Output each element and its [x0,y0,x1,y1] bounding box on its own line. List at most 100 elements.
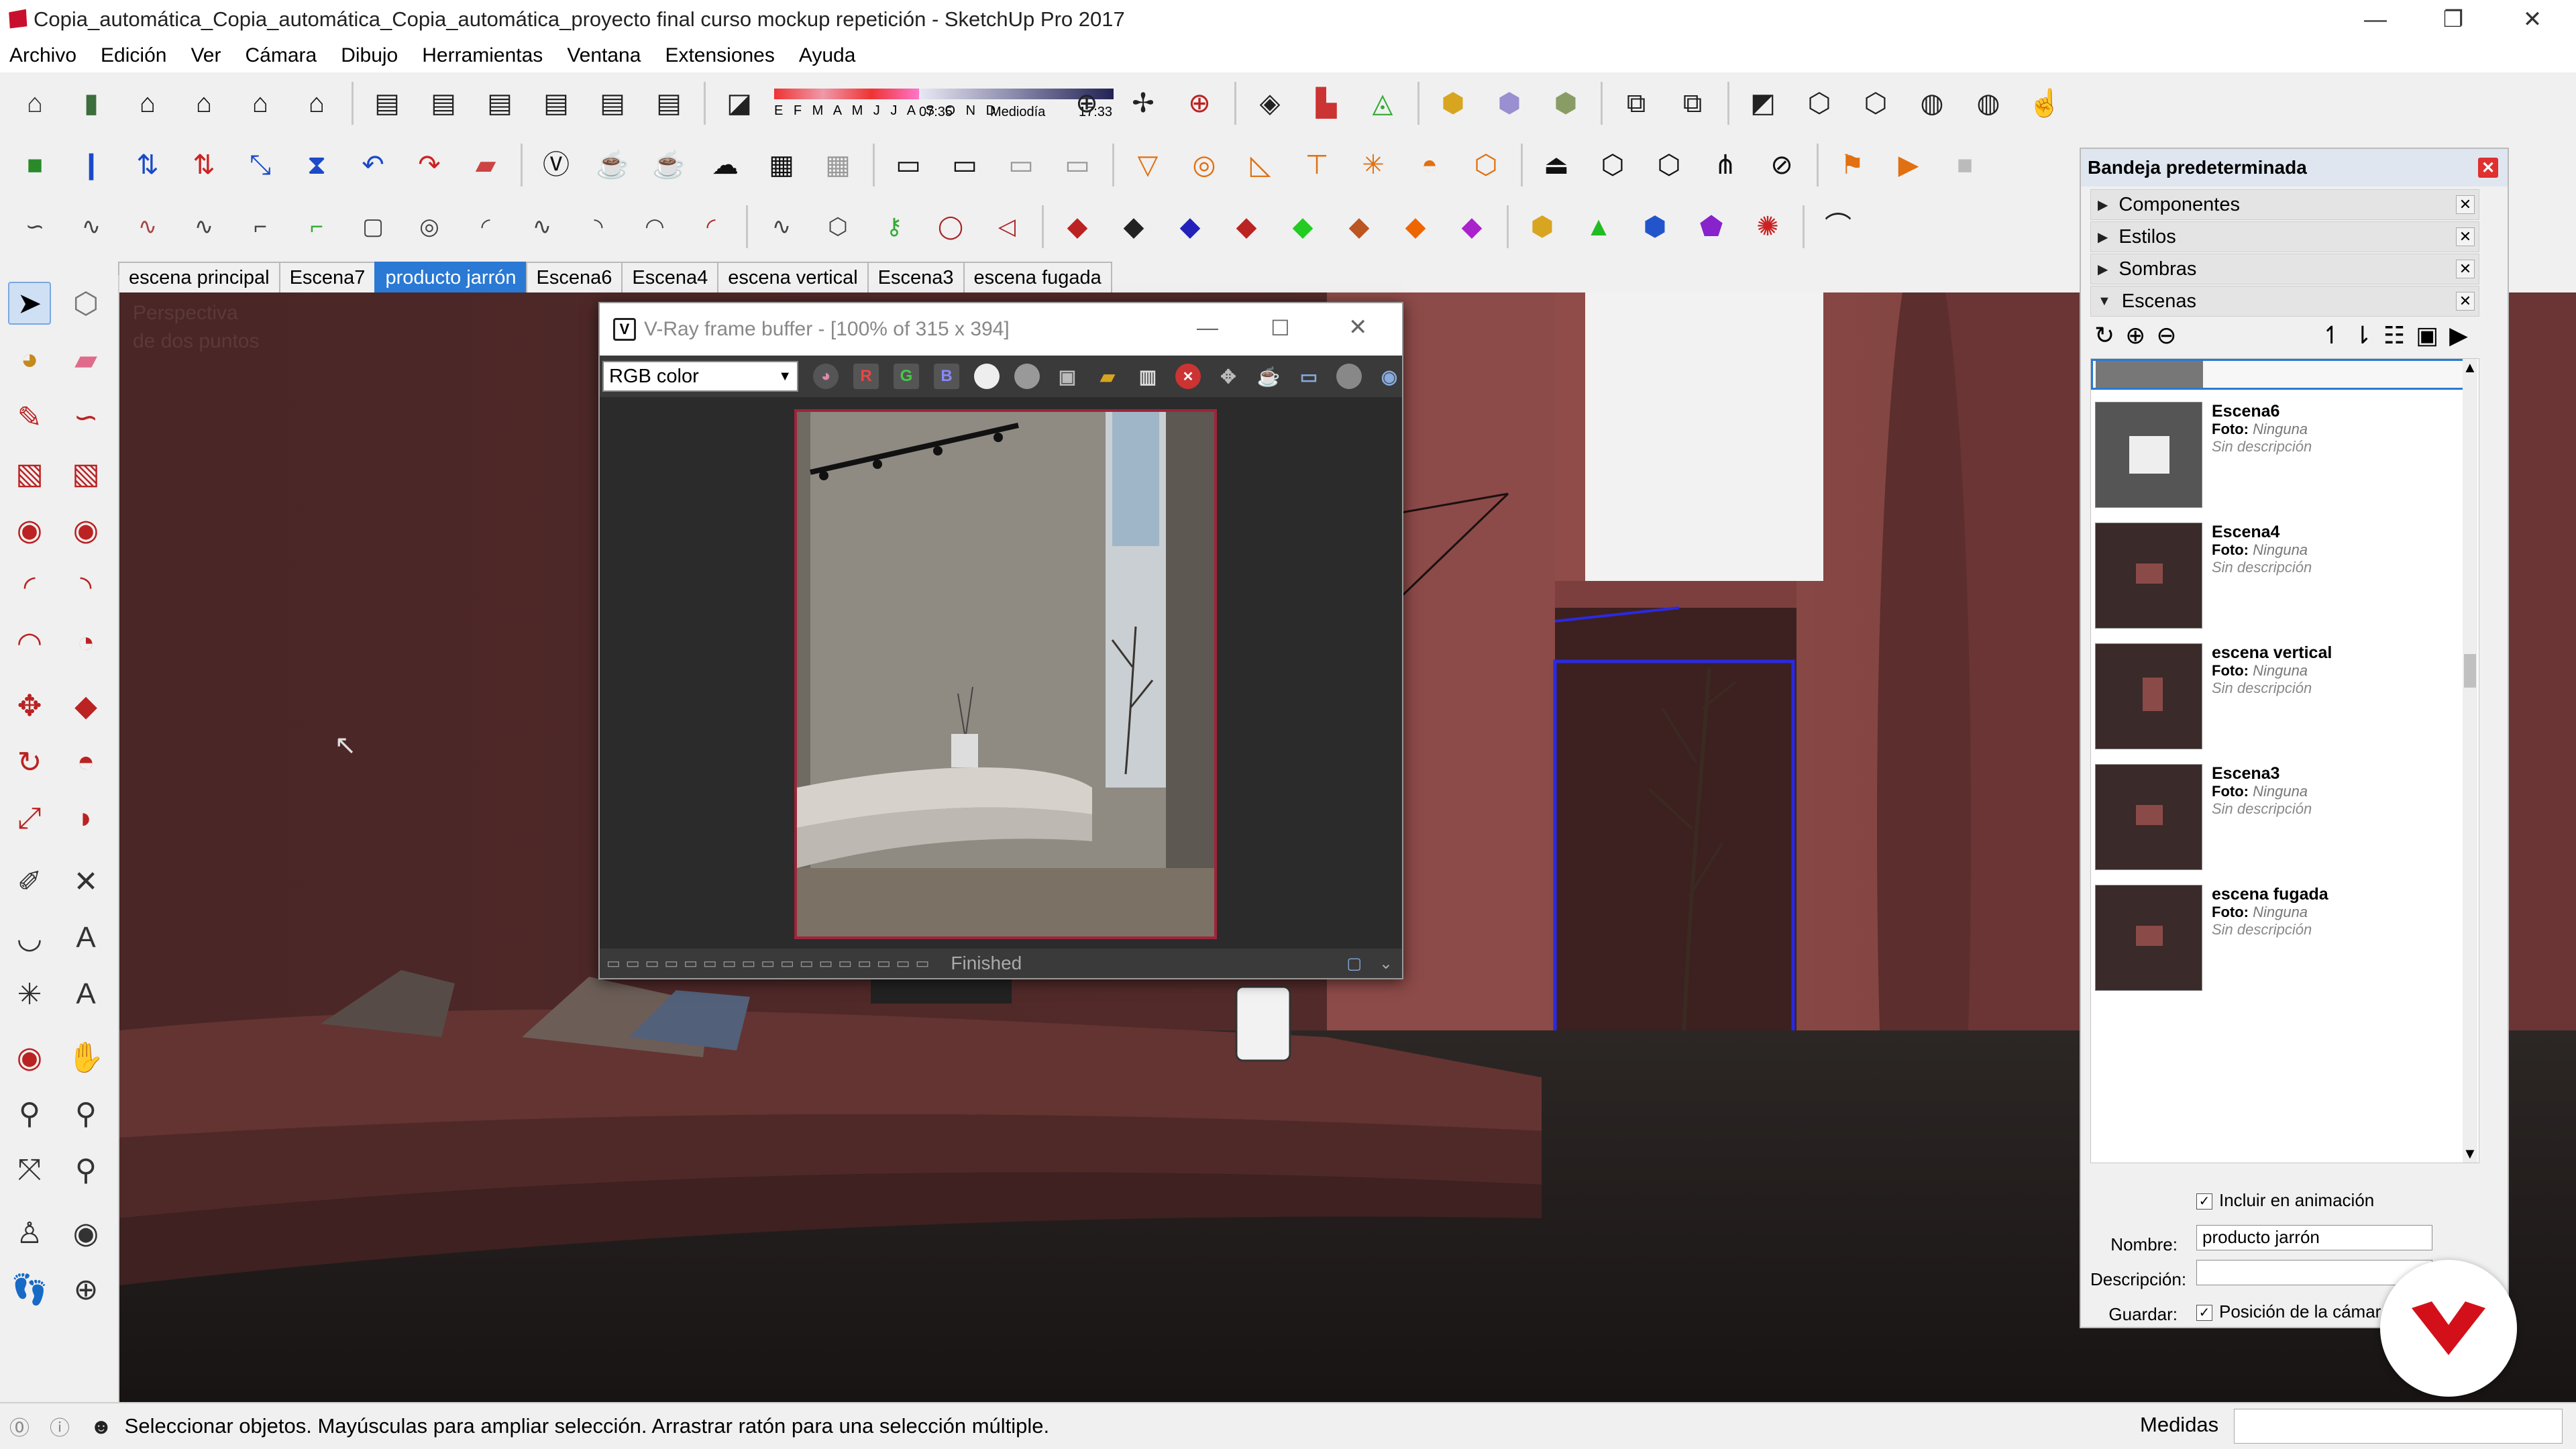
tab-escena-principal[interactable]: escena principal [118,262,280,292]
frame-buffer-icon[interactable]: ▭ [887,144,930,186]
tab-escena6[interactable]: Escena6 [525,262,623,292]
section-display-icon[interactable]: ▤ [422,82,465,125]
select-tool-icon[interactable]: ➤ [8,282,51,325]
menu-ayuda[interactable]: Ayuda [799,44,856,67]
text-tool-icon[interactable]: A [64,916,107,959]
details-icon[interactable]: ▣ [2416,321,2438,350]
zoom-icon[interactable]: ⚲ [8,1092,51,1135]
extrude-r-icon[interactable]: ◆ [1225,205,1268,248]
walk-icon[interactable]: 👣 [8,1268,51,1311]
minimize-button[interactable]: — [2332,0,2419,39]
section-export-icon[interactable]: ▤ [647,82,690,125]
close-button[interactable]: ✕ [2489,0,2576,39]
curve2-icon[interactable]: ∿ [70,205,113,248]
cloud-icon[interactable]: ☁ [704,144,747,186]
restore-button[interactable]: ❐ [2410,0,2497,39]
extrude-f-icon[interactable]: ◆ [1450,205,1493,248]
selected-scene-item[interactable] [2091,359,2467,390]
tape-measure-icon[interactable]: ✐ [8,860,51,903]
save-camera-row[interactable]: ✓ Posición de la cámar [2196,1301,2381,1322]
house-solid-icon[interactable]: ⬢ [1521,205,1564,248]
move-up-icon[interactable]: ⇅ [126,144,169,186]
orbit-icon[interactable]: ◉ [8,1036,51,1079]
section-fill-icon[interactable]: ▤ [535,82,578,125]
sandbox-icon[interactable]: ◈ [1248,82,1291,125]
stop-icon[interactable]: ■ [1943,144,1986,186]
key-icon[interactable]: ⚷ [873,205,916,248]
dimension-icon[interactable]: ✕ [64,860,107,903]
curve4-icon[interactable]: ∿ [182,205,225,248]
section-close-icon[interactable]: ✕ [2456,260,2475,278]
vray-title-bar[interactable]: V V-Ray frame buffer - [100% of 315 x 39… [600,303,1402,356]
cube-icon[interactable]: ⬢ [1633,205,1676,248]
section-close-icon[interactable]: ✕ [2456,227,2475,246]
warehouse-icon[interactable]: ⌂ [13,82,56,125]
move-scene-up-icon[interactable]: ↿ [2322,321,2342,350]
white-circle-icon[interactable] [974,364,1000,389]
open-folder-icon[interactable]: ▰ [1095,364,1120,389]
extrude-up-icon[interactable]: ◆ [1112,205,1155,248]
component-icon[interactable]: ⬢ [1432,82,1474,125]
proxy-icon[interactable]: ⬡ [1591,144,1634,186]
freehand-icon[interactable]: ∽ [64,396,107,439]
subtract-icon[interactable]: ⧉ [1671,82,1714,125]
curve3-icon[interactable]: ∿ [126,205,169,248]
history-icon[interactable]: ▢ [1346,954,1362,973]
credits-icon[interactable]: ⓘ [50,1411,70,1441]
gray-circle-icon[interactable] [1014,364,1040,389]
rectangle-icon[interactable]: ▧ [8,452,51,495]
lock-camera-icon[interactable]: ▭ [1056,144,1099,186]
sandbox-mesh-icon[interactable]: ◬ [1361,82,1404,125]
save-image-icon[interactable]: ▣ [1055,364,1080,389]
rect-light-icon[interactable]: ◺ [1239,144,1282,186]
pan-icon[interactable]: ✋ [64,1036,107,1079]
front-view-icon[interactable]: ⌂ [239,82,282,125]
scroll-thumb[interactable] [2464,654,2476,688]
move-scene-down-icon[interactable]: ⇂ [2353,321,2373,350]
viewport-render-icon[interactable]: ▭ [943,144,986,186]
protractor-icon[interactable]: ◡ [8,916,51,959]
tray-close-icon[interactable]: ✕ [2478,158,2498,178]
rotate-icon[interactable]: ↻ [8,741,51,784]
scene-item-escena6[interactable]: Escena6 Foto: Ninguna Sin descripción [2091,396,2467,511]
shadow-month-slider[interactable]: E F M A M J J A S O N D [774,82,996,125]
scene-item-escena-vertical[interactable]: escena vertical Foto: Ninguna Sin descri… [2091,638,2467,752]
menu-extensiones[interactable]: Extensiones [665,44,774,67]
push-pull-icon[interactable]: ◆ [64,684,107,727]
section-color-icon[interactable]: ▤ [591,82,634,125]
section-escenas[interactable]: ▼ Escenas ✕ [2090,286,2479,317]
section-plane-icon[interactable]: ▤ [366,82,409,125]
style-xray-icon[interactable]: ◩ [1741,82,1784,125]
section-cut-icon[interactable]: ▤ [478,82,521,125]
sandbox-stamp-icon[interactable]: ▙ [1305,82,1348,125]
pie-icon[interactable]: ◔ [64,621,107,664]
include-animation-row[interactable]: ✓ Incluir en animación [2196,1190,2374,1211]
tape-icon[interactable]: ❙ [70,144,113,186]
proxy-export-icon[interactable]: ⬡ [1648,144,1690,186]
heart-icon[interactable]: ◁ [985,205,1028,248]
scene-item-escena4[interactable]: Escena4 Foto: Ninguna Sin descripción [2091,517,2467,631]
style-hidden-icon[interactable]: ⬡ [1854,82,1897,125]
arc-3pt-icon[interactable]: ◠ [8,621,51,664]
menu-edicion[interactable]: Edición [101,44,166,67]
shadow-time-slider[interactable]: 07:35 Mediodía 17:33 [919,82,1114,125]
scene-list-scrollbar[interactable]: ▲ ▼ [2463,359,2477,1163]
spot-light-icon[interactable]: ▽ [1126,144,1169,186]
sphere-icon[interactable] [1336,364,1362,389]
move-icon[interactable]: ✥ [8,684,51,727]
curve5-icon[interactable]: ⌐ [239,205,282,248]
section-componentes[interactable]: ▶ Componentes ✕ [2090,189,2479,220]
twist-icon[interactable]: ✺ [1746,205,1789,248]
teapot-icon[interactable]: ☕ [591,144,634,186]
green-channel-button[interactable]: G [894,364,919,389]
extrude-v-icon[interactable]: ◆ [1281,205,1324,248]
pyramid-icon[interactable]: ▲ [1577,205,1620,248]
paint-bucket-icon[interactable]: ◕ [8,338,51,381]
previous-view-icon[interactable]: ⚲ [64,1148,107,1191]
refresh-scene-icon[interactable]: ↻ [2094,321,2114,350]
channel-select[interactable]: RGB color ▼ [602,361,798,392]
tab-escena3[interactable]: Escena3 [867,262,965,292]
scene-description-field[interactable] [2196,1260,2432,1285]
fur-icon[interactable]: ⋔ [1704,144,1747,186]
position-camera-icon[interactable]: ♙ [8,1212,51,1254]
